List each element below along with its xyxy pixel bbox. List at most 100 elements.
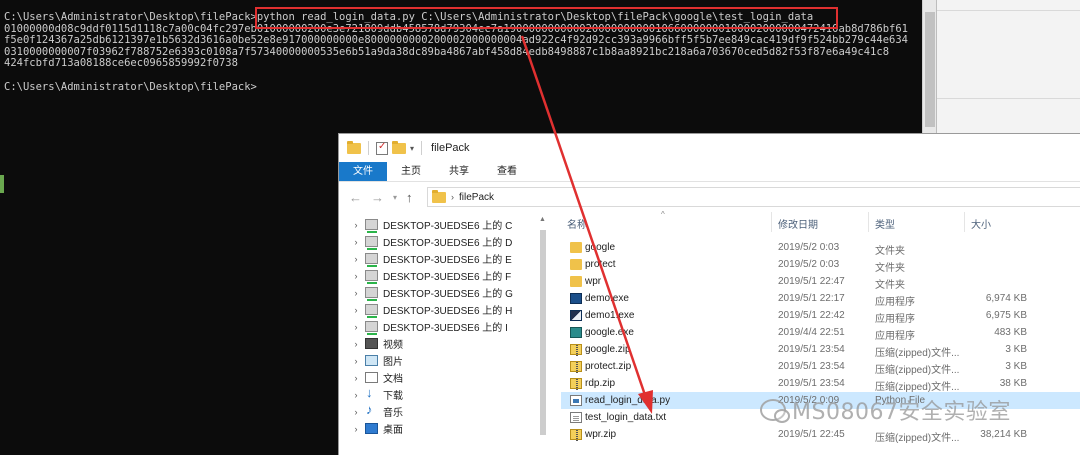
file-row[interactable]: test_login_data.txt xyxy=(561,409,1080,426)
left-edge-marker xyxy=(0,175,4,193)
expand-chevron-icon[interactable]: › xyxy=(347,407,365,417)
exe-icon xyxy=(570,327,582,338)
file-row[interactable]: protect 2019/5/2 0:03 文件夹 xyxy=(561,256,1080,274)
expand-chevron-icon[interactable]: › xyxy=(347,322,365,332)
window-title: filePack xyxy=(431,142,470,154)
file-date: 2019/5/2 0:03 xyxy=(778,242,840,253)
file-row[interactable]: demo.exe 2019/5/1 22:17 应用程序 6,974 KB xyxy=(561,290,1080,308)
file-type: 文件夹 xyxy=(875,280,905,291)
console-scroll-thumb[interactable] xyxy=(925,12,935,127)
nav-item[interactable]: › 下载 xyxy=(339,385,539,403)
file-date: 2019/5/2 0:03 xyxy=(778,259,840,270)
nav-item[interactable]: › DESKTOP-3UEDSE6 上的 E xyxy=(339,250,539,267)
forward-arrow-icon[interactable]: → xyxy=(371,190,384,205)
address-bar[interactable]: › filePack xyxy=(427,187,1080,207)
file-name: protect xyxy=(585,259,616,270)
file-date: 2019/5/1 22:45 xyxy=(778,429,845,440)
file-row[interactable]: read_login_data.py 2019/5/2 0:09 Python Fi… xyxy=(561,392,1080,409)
file-row[interactable]: rdp.zip 2019/5/1 23:54 压缩(zipped)文件... 38 K… xyxy=(561,375,1080,393)
navigation-scrollbar[interactable]: ▲ xyxy=(537,216,549,455)
expand-chevron-icon[interactable]: › xyxy=(347,424,365,434)
column-size[interactable]: 大小 xyxy=(971,216,991,231)
nav-item[interactable]: › 图片 xyxy=(339,352,539,369)
breadcrumb-filepack[interactable]: filePack xyxy=(459,192,494,203)
nav-item[interactable]: › 文档 xyxy=(339,369,539,386)
navigation-scroll-thumb[interactable] xyxy=(540,230,546,435)
nav-item[interactable]: › DESKTOP-3UEDSE6 上的 G xyxy=(339,284,539,301)
file-name: test_login_data.txt xyxy=(585,412,667,423)
expand-chevron-icon[interactable]: › xyxy=(347,288,365,298)
zip-icon xyxy=(570,429,582,441)
expand-chevron-icon[interactable]: › xyxy=(347,237,365,247)
back-arrow-icon[interactable]: ← xyxy=(349,190,362,205)
up-arrow-icon[interactable]: ↑ xyxy=(406,190,413,205)
nav-item[interactable]: › DESKTOP-3UEDSE6 上的 H xyxy=(339,301,539,318)
nav-item-label: DESKTOP-3UEDSE6 上的 H xyxy=(383,306,513,317)
sort-ascending-icon: ^ xyxy=(661,210,665,219)
file-row[interactable]: demo1.exe 2019/5/1 22:42 应用程序 6,975 KB xyxy=(561,307,1080,325)
drive-icon xyxy=(365,270,378,284)
file-row[interactable]: google 2019/5/2 0:03 文件夹 xyxy=(561,239,1080,257)
recent-locations-chevron-icon[interactable]: ▾ xyxy=(393,193,397,202)
nav-item[interactable]: › 音乐 xyxy=(339,402,539,420)
column-date[interactable]: 修改日期 xyxy=(778,216,818,231)
file-name: read_login_data.py xyxy=(585,395,671,406)
tab-file[interactable]: 文件 xyxy=(339,162,387,181)
file-size: 3 KB xyxy=(1005,361,1027,372)
nav-item[interactable]: › DESKTOP-3UEDSE6 上的 F xyxy=(339,267,539,284)
nav-item[interactable]: › DESKTOP-3UEDSE6 上的 C xyxy=(339,216,539,233)
file-type: 压缩(zipped)文件... xyxy=(875,348,960,359)
expand-chevron-icon[interactable]: › xyxy=(347,271,365,281)
nav-item[interactable]: › DESKTOP-3UEDSE6 上的 I xyxy=(339,318,539,335)
column-name[interactable]: 名称 xyxy=(567,216,587,231)
customize-toolbar-icon[interactable]: ▾ xyxy=(410,144,414,153)
nav-item[interactable]: › 视频 xyxy=(339,335,539,352)
file-row[interactable]: wpr 2019/5/1 22:47 文件夹 xyxy=(561,273,1080,291)
new-folder-icon[interactable] xyxy=(392,140,406,154)
file-name: protect.zip xyxy=(585,361,632,372)
file-size: 6,974 KB xyxy=(985,293,1027,304)
properties-icon[interactable] xyxy=(376,141,388,155)
file-row[interactable]: wpr.zip 2019/5/1 22:45 压缩(zipped)文件... 38,2… xyxy=(561,426,1080,444)
scroll-up-icon[interactable]: ▲ xyxy=(539,216,546,223)
expand-chevron-icon[interactable]: › xyxy=(347,356,365,366)
file-name: demo1.exe xyxy=(585,310,635,321)
music-icon xyxy=(365,402,378,417)
expand-chevron-icon[interactable]: › xyxy=(347,339,365,349)
expand-chevron-icon[interactable]: › xyxy=(347,373,365,383)
file-type: 压缩(zipped)文件... xyxy=(875,382,960,393)
file-list: ^ 名称 修改日期 类型 大小 google 2019/5/2 0:03 文件夹 pr… xyxy=(561,210,1080,455)
file-name: wpr.zip xyxy=(585,429,617,440)
tab-home[interactable]: 主页 xyxy=(387,162,435,181)
expand-chevron-icon[interactable]: › xyxy=(347,254,365,264)
console-prompt-line: C:\Users\Administrator\Desktop\filePack> xyxy=(4,80,257,93)
column-type[interactable]: 类型 xyxy=(875,216,895,231)
nav-item-label: DESKTOP-3UEDSE6 上的 F xyxy=(383,272,512,283)
tab-share[interactable]: 共享 xyxy=(435,162,483,181)
console-output-line: 424fcbfd713a08188ce6ec0965859992f0738 xyxy=(4,57,238,70)
nav-item-label: DESKTOP-3UEDSE6 上的 D xyxy=(383,238,513,249)
file-date: 2019/5/2 0:09 xyxy=(778,395,840,406)
file-row[interactable]: google.exe 2019/4/4 22:51 应用程序 483 KB xyxy=(561,324,1080,342)
zip-icon xyxy=(570,378,582,390)
desktop-icon xyxy=(365,423,378,434)
file-row[interactable]: protect.zip 2019/5/1 23:54 压缩(zipped)文件...… xyxy=(561,358,1080,376)
zip-icon xyxy=(570,344,582,356)
nav-item-label: 图片 xyxy=(383,357,403,368)
text-file-icon xyxy=(570,412,582,423)
expand-chevron-icon[interactable]: › xyxy=(347,220,365,230)
expand-chevron-icon[interactable]: › xyxy=(347,305,365,315)
nav-item[interactable]: › DESKTOP-3UEDSE6 上的 D xyxy=(339,233,539,250)
drive-icon xyxy=(365,321,378,335)
file-name: demo.exe xyxy=(585,293,629,304)
expand-chevron-icon[interactable]: › xyxy=(347,390,365,400)
tab-view[interactable]: 查看 xyxy=(483,162,531,181)
file-explorer-window[interactable]: ▾ filePack 文件 主页 共享 查看 ← → ▾ ↑ › filePac… xyxy=(338,133,1080,455)
documents-icon xyxy=(365,372,378,383)
nav-item-label: DESKTOP-3UEDSE6 上的 G xyxy=(383,289,513,300)
file-row[interactable]: google.zip 2019/5/1 23:54 压缩(zipped)文件... 3… xyxy=(561,341,1080,359)
nav-item[interactable]: › 桌面 xyxy=(339,420,539,437)
breadcrumb-separator-icon[interactable]: › xyxy=(451,192,454,202)
file-name: google.exe xyxy=(585,327,634,338)
file-type: 文件夹 xyxy=(875,246,905,257)
